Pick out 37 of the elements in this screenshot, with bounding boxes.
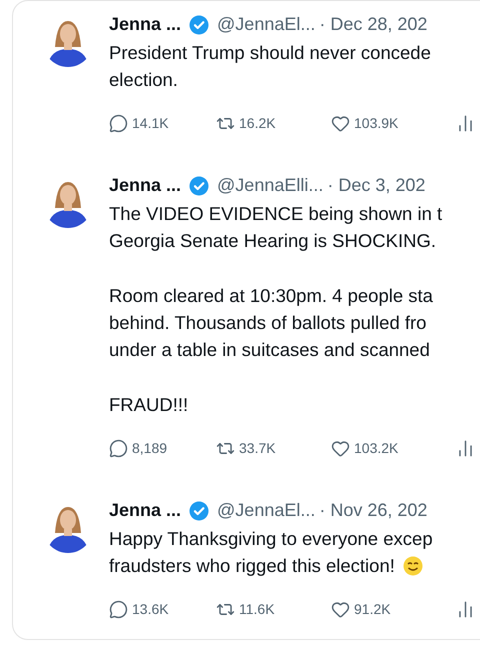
post-date: · Nov 26, 202 — [319, 499, 428, 522]
post-date: · Dec 3, 202 — [327, 174, 426, 197]
reply-icon[interactable] — [109, 114, 128, 133]
like-count: 103.2K — [354, 439, 398, 458]
repost-count: 33.7K — [239, 439, 276, 458]
like-count: 103.9K — [354, 114, 398, 133]
post-text-line: under a table in suitcases and scanned — [109, 338, 430, 362]
post-text-line: FRAUD!!! — [109, 393, 188, 417]
post-text-line: Georgia Senate Hearing is SHOCKING. — [109, 229, 436, 253]
repost-count: 11.6K — [239, 600, 275, 619]
heart-icon[interactable] — [331, 439, 350, 458]
author-name[interactable]: Jenna ... — [109, 497, 182, 524]
post-text-line: Room cleared at 10:30pm. 4 people sta — [109, 284, 433, 308]
reply-icon[interactable] — [109, 439, 128, 458]
heart-icon[interactable] — [331, 600, 350, 619]
author-name[interactable]: Jenna ... — [109, 11, 182, 38]
reply-count: 14.1K — [132, 114, 169, 133]
post-date: · Dec 28, 202 — [319, 13, 428, 36]
views-icon[interactable] — [456, 600, 475, 619]
post-text-line: fraudsters who rigged this election! — [109, 554, 395, 578]
author-name[interactable]: Jenna ... — [109, 172, 182, 199]
post-text-line: election. — [109, 68, 178, 92]
author-handle[interactable]: @JennaEl... — [217, 11, 316, 38]
author-handle[interactable]: @JennaEl... — [217, 497, 316, 524]
repost-count: 16.2K — [239, 114, 276, 133]
views-icon[interactable] — [456, 114, 475, 133]
post-text-line: The VIDEO EVIDENCE being shown in t — [109, 202, 442, 226]
like-count: 91.2K — [354, 600, 391, 619]
post-text-line: Happy Thanksgiving to everyone excep — [109, 527, 433, 551]
reply-count: 13.6K — [132, 600, 169, 619]
views-icon[interactable] — [456, 439, 475, 458]
reply-count: 8,189 — [132, 439, 168, 458]
heart-icon[interactable] — [331, 114, 350, 133]
post-text-line: President Trump should never concede — [109, 41, 431, 65]
author-handle[interactable]: @JennaElli... — [217, 172, 324, 199]
reply-icon[interactable] — [109, 600, 128, 619]
post-text-line: behind. Thousands of ballots pulled fro — [109, 311, 426, 335]
